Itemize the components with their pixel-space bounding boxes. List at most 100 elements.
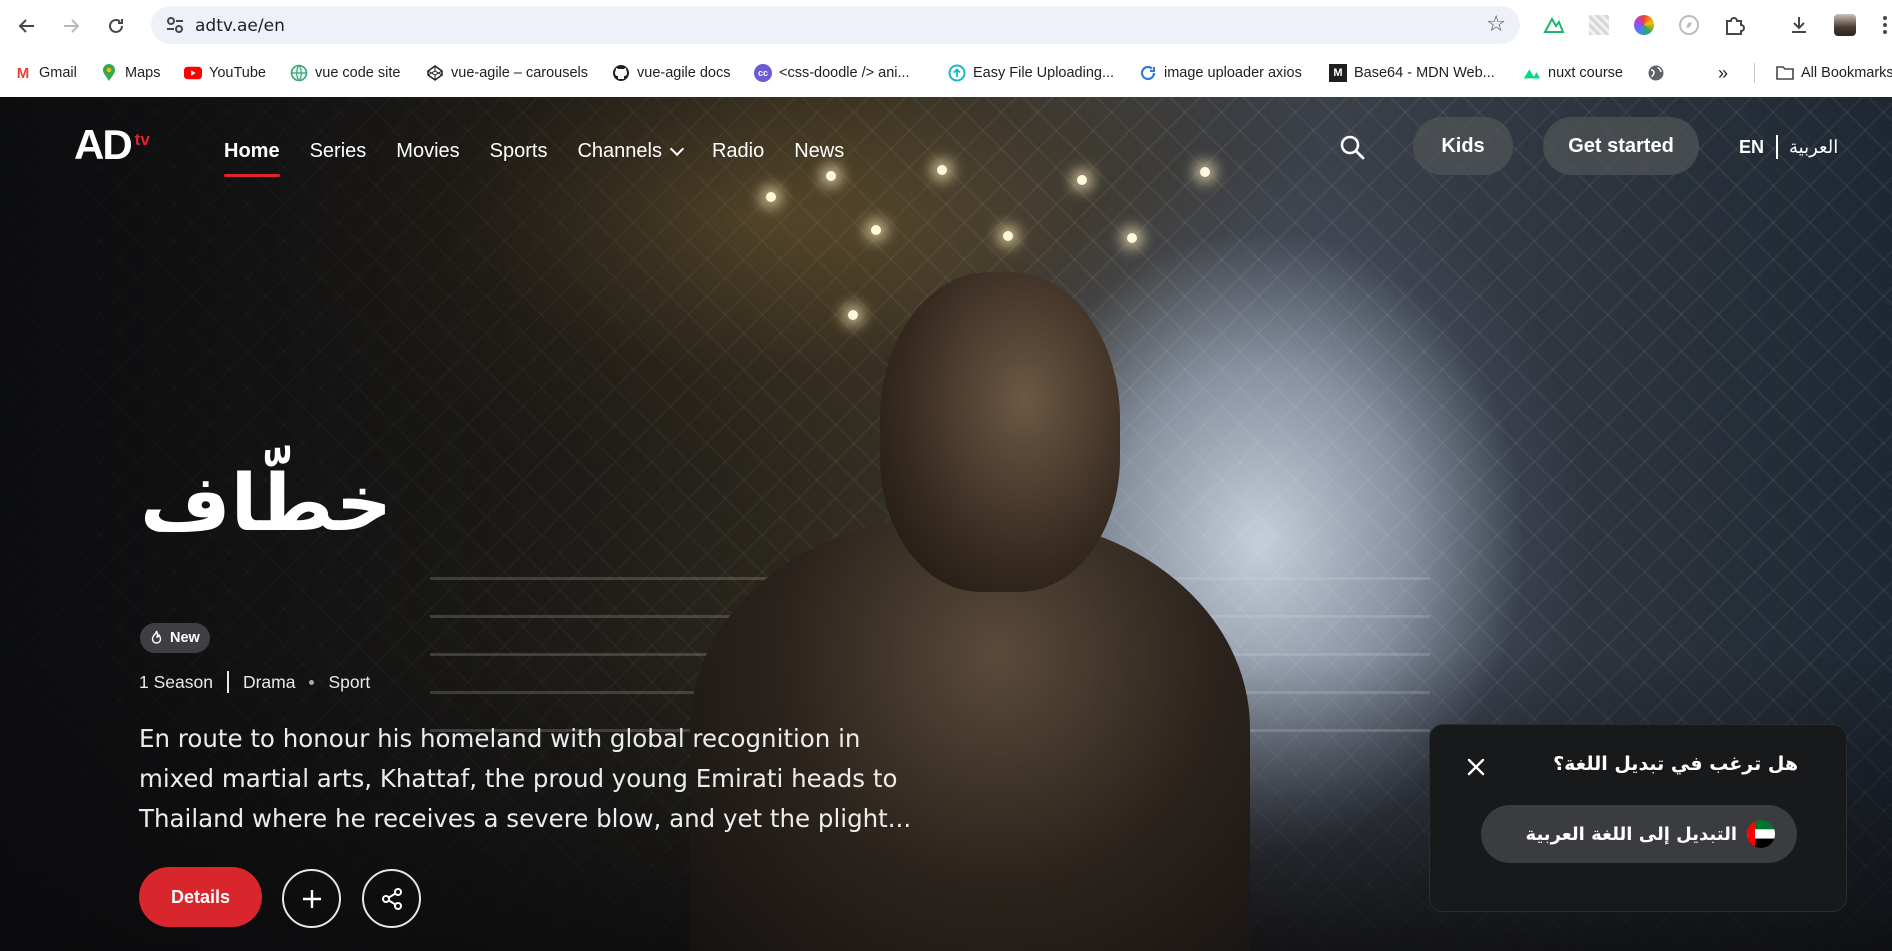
bookmarks-divider bbox=[1754, 63, 1755, 83]
meta-divider bbox=[226, 671, 229, 693]
bookmark-nuxt-course[interactable]: nuxt course bbox=[1523, 61, 1623, 85]
close-icon[interactable] bbox=[1462, 753, 1490, 781]
download-icon[interactable] bbox=[1786, 12, 1812, 38]
badge-label: New bbox=[170, 630, 200, 646]
language-switch-popup: هل ترغب في تبديل اللغة؟ التبديل إلى اللغ… bbox=[1429, 724, 1847, 912]
github-icon bbox=[612, 64, 630, 82]
more-bookmarks-button[interactable]: » bbox=[1718, 61, 1728, 85]
bookmark-base64-mdn[interactable]: M Base64 - MDN Web... bbox=[1329, 61, 1495, 85]
bookmark-vue-agile-carousels[interactable]: vue-agile – carousels bbox=[426, 61, 588, 85]
bookmarks-bar: M Gmail Maps YouTube vue code site vue-a… bbox=[0, 55, 1892, 91]
genre-drama: Drama bbox=[242, 671, 296, 692]
globe-icon bbox=[290, 64, 308, 82]
extensions-puzzle-icon[interactable] bbox=[1721, 12, 1747, 38]
mdn-icon: M bbox=[1329, 64, 1347, 82]
gmail-icon: M bbox=[16, 64, 30, 82]
bookmark-gmail[interactable]: M Gmail bbox=[14, 61, 77, 85]
bookmark-label: image uploader axios bbox=[1164, 65, 1302, 81]
nav-series[interactable]: Series bbox=[310, 140, 367, 163]
doodle-icon: cc bbox=[754, 64, 772, 82]
forward-button[interactable] bbox=[56, 11, 86, 41]
logo-tv-text: tv bbox=[134, 130, 150, 149]
extension-grey-icon[interactable] bbox=[1586, 12, 1612, 38]
profile-avatar[interactable] bbox=[1832, 12, 1858, 38]
codepen-icon bbox=[426, 64, 444, 82]
adtv-hero-page: AD tv Home Series Movies Sports Channels… bbox=[0, 97, 1892, 951]
show-title-logo: خطّاف bbox=[140, 459, 393, 549]
flame-icon bbox=[151, 630, 162, 644]
kids-button[interactable]: Kids bbox=[1413, 117, 1513, 175]
bookmark-label: YouTube bbox=[209, 65, 266, 81]
lang-en[interactable]: EN bbox=[1739, 137, 1764, 158]
forward-arrow-icon bbox=[64, 19, 80, 33]
colorpicker-extension-icon[interactable] bbox=[1631, 12, 1657, 38]
new-badge: New bbox=[140, 623, 210, 653]
maps-icon bbox=[100, 64, 118, 82]
bookmark-label: Easy File Uploading... bbox=[973, 65, 1115, 81]
lang-divider bbox=[1776, 135, 1779, 159]
back-arrow-icon bbox=[18, 19, 34, 33]
switch-to-arabic-label: التبديل إلى اللغة العربية bbox=[1525, 823, 1737, 845]
nav-radio[interactable]: Radio bbox=[712, 140, 764, 163]
bookmark-maps[interactable]: Maps bbox=[100, 61, 160, 85]
share-button[interactable] bbox=[362, 869, 421, 928]
main-nav: Home Series Movies Sports Channels Radio… bbox=[224, 140, 874, 177]
search-icon[interactable] bbox=[1338, 133, 1368, 163]
popup-question: هل ترغب في تبديل اللغة؟ bbox=[1553, 753, 1798, 775]
show-description: En route to honour his homeland with glo… bbox=[139, 724, 912, 833]
nav-channels[interactable]: Channels bbox=[577, 140, 685, 163]
url-text[interactable]: adtv.ae/en bbox=[195, 16, 285, 36]
bookmark-label: vue-agile – carousels bbox=[451, 65, 589, 81]
bookmark-globe[interactable] bbox=[1647, 61, 1665, 85]
compass-extension-icon[interactable] bbox=[1676, 12, 1702, 38]
language-switcher: EN العربية bbox=[1739, 135, 1838, 159]
all-bookmarks-button[interactable]: All Bookmarks bbox=[1776, 61, 1892, 85]
site-settings-icon[interactable] bbox=[164, 14, 186, 36]
bookmark-vue-code-site[interactable]: vue code site bbox=[290, 61, 400, 85]
bookmark-css-doodle[interactable]: cc <css-doodle /> ani... bbox=[754, 61, 910, 85]
bookmark-label: <css-doodle /> ani... bbox=[779, 65, 910, 81]
browser-chrome: adtv.ae/en ☆ M Gmail Maps YouTube vue co… bbox=[0, 0, 1892, 97]
refresh-icon bbox=[1139, 64, 1157, 82]
bookmark-label: Maps bbox=[125, 65, 161, 81]
vue-extension-icon[interactable] bbox=[1541, 12, 1567, 38]
genre-sport: Sport bbox=[328, 671, 371, 692]
bookmark-image-uploader-axios[interactable]: image uploader axios bbox=[1139, 61, 1302, 85]
get-started-button[interactable]: Get started bbox=[1543, 117, 1699, 175]
uae-flag-icon bbox=[1747, 820, 1775, 848]
browser-menu-icon[interactable] bbox=[1872, 12, 1892, 38]
address-bar[interactable]: adtv.ae/en ☆ bbox=[151, 6, 1520, 44]
logo-ad-text: AD bbox=[74, 121, 133, 168]
adtv-logo[interactable]: AD tv bbox=[74, 124, 150, 166]
nav-news[interactable]: News bbox=[794, 140, 844, 163]
meta-dot bbox=[309, 679, 315, 685]
bookmark-label: nuxt course bbox=[1548, 65, 1623, 81]
show-meta: 1 Season Drama Sport bbox=[139, 671, 370, 693]
bookmark-easy-file-uploading[interactable]: Easy File Uploading... bbox=[948, 61, 1114, 85]
hero-overlay: AD tv Home Series Movies Sports Channels… bbox=[0, 97, 1892, 951]
details-button[interactable]: Details bbox=[139, 867, 262, 927]
back-button[interactable] bbox=[12, 11, 42, 41]
reload-button[interactable] bbox=[101, 11, 131, 41]
nav-home[interactable]: Home bbox=[224, 140, 280, 177]
add-to-list-button[interactable] bbox=[282, 869, 341, 928]
lang-ar[interactable]: العربية bbox=[1789, 137, 1838, 158]
bookmark-label: Base64 - MDN Web... bbox=[1354, 65, 1495, 81]
nav-sports[interactable]: Sports bbox=[490, 140, 548, 163]
bookmark-vue-agile-docs[interactable]: vue-agile docs bbox=[612, 61, 731, 85]
nav-movies[interactable]: Movies bbox=[396, 140, 459, 163]
seasons-count: 1 Season bbox=[139, 671, 213, 692]
nuxt-icon bbox=[1523, 64, 1541, 82]
chevron-down-icon bbox=[669, 141, 685, 157]
bookmark-label: Gmail bbox=[39, 65, 77, 81]
reload-icon bbox=[109, 18, 123, 33]
bookmark-youtube[interactable]: YouTube bbox=[184, 61, 266, 85]
plus-icon bbox=[302, 889, 321, 908]
nav-channels-label: Channels bbox=[577, 140, 662, 162]
folder-icon bbox=[1776, 64, 1794, 82]
bookmark-label: vue code site bbox=[315, 65, 401, 81]
globe-icon bbox=[1647, 64, 1665, 82]
youtube-icon bbox=[184, 64, 202, 82]
switch-to-arabic-button[interactable]: التبديل إلى اللغة العربية bbox=[1481, 805, 1797, 863]
bookmark-star-icon[interactable]: ☆ bbox=[1486, 12, 1506, 37]
